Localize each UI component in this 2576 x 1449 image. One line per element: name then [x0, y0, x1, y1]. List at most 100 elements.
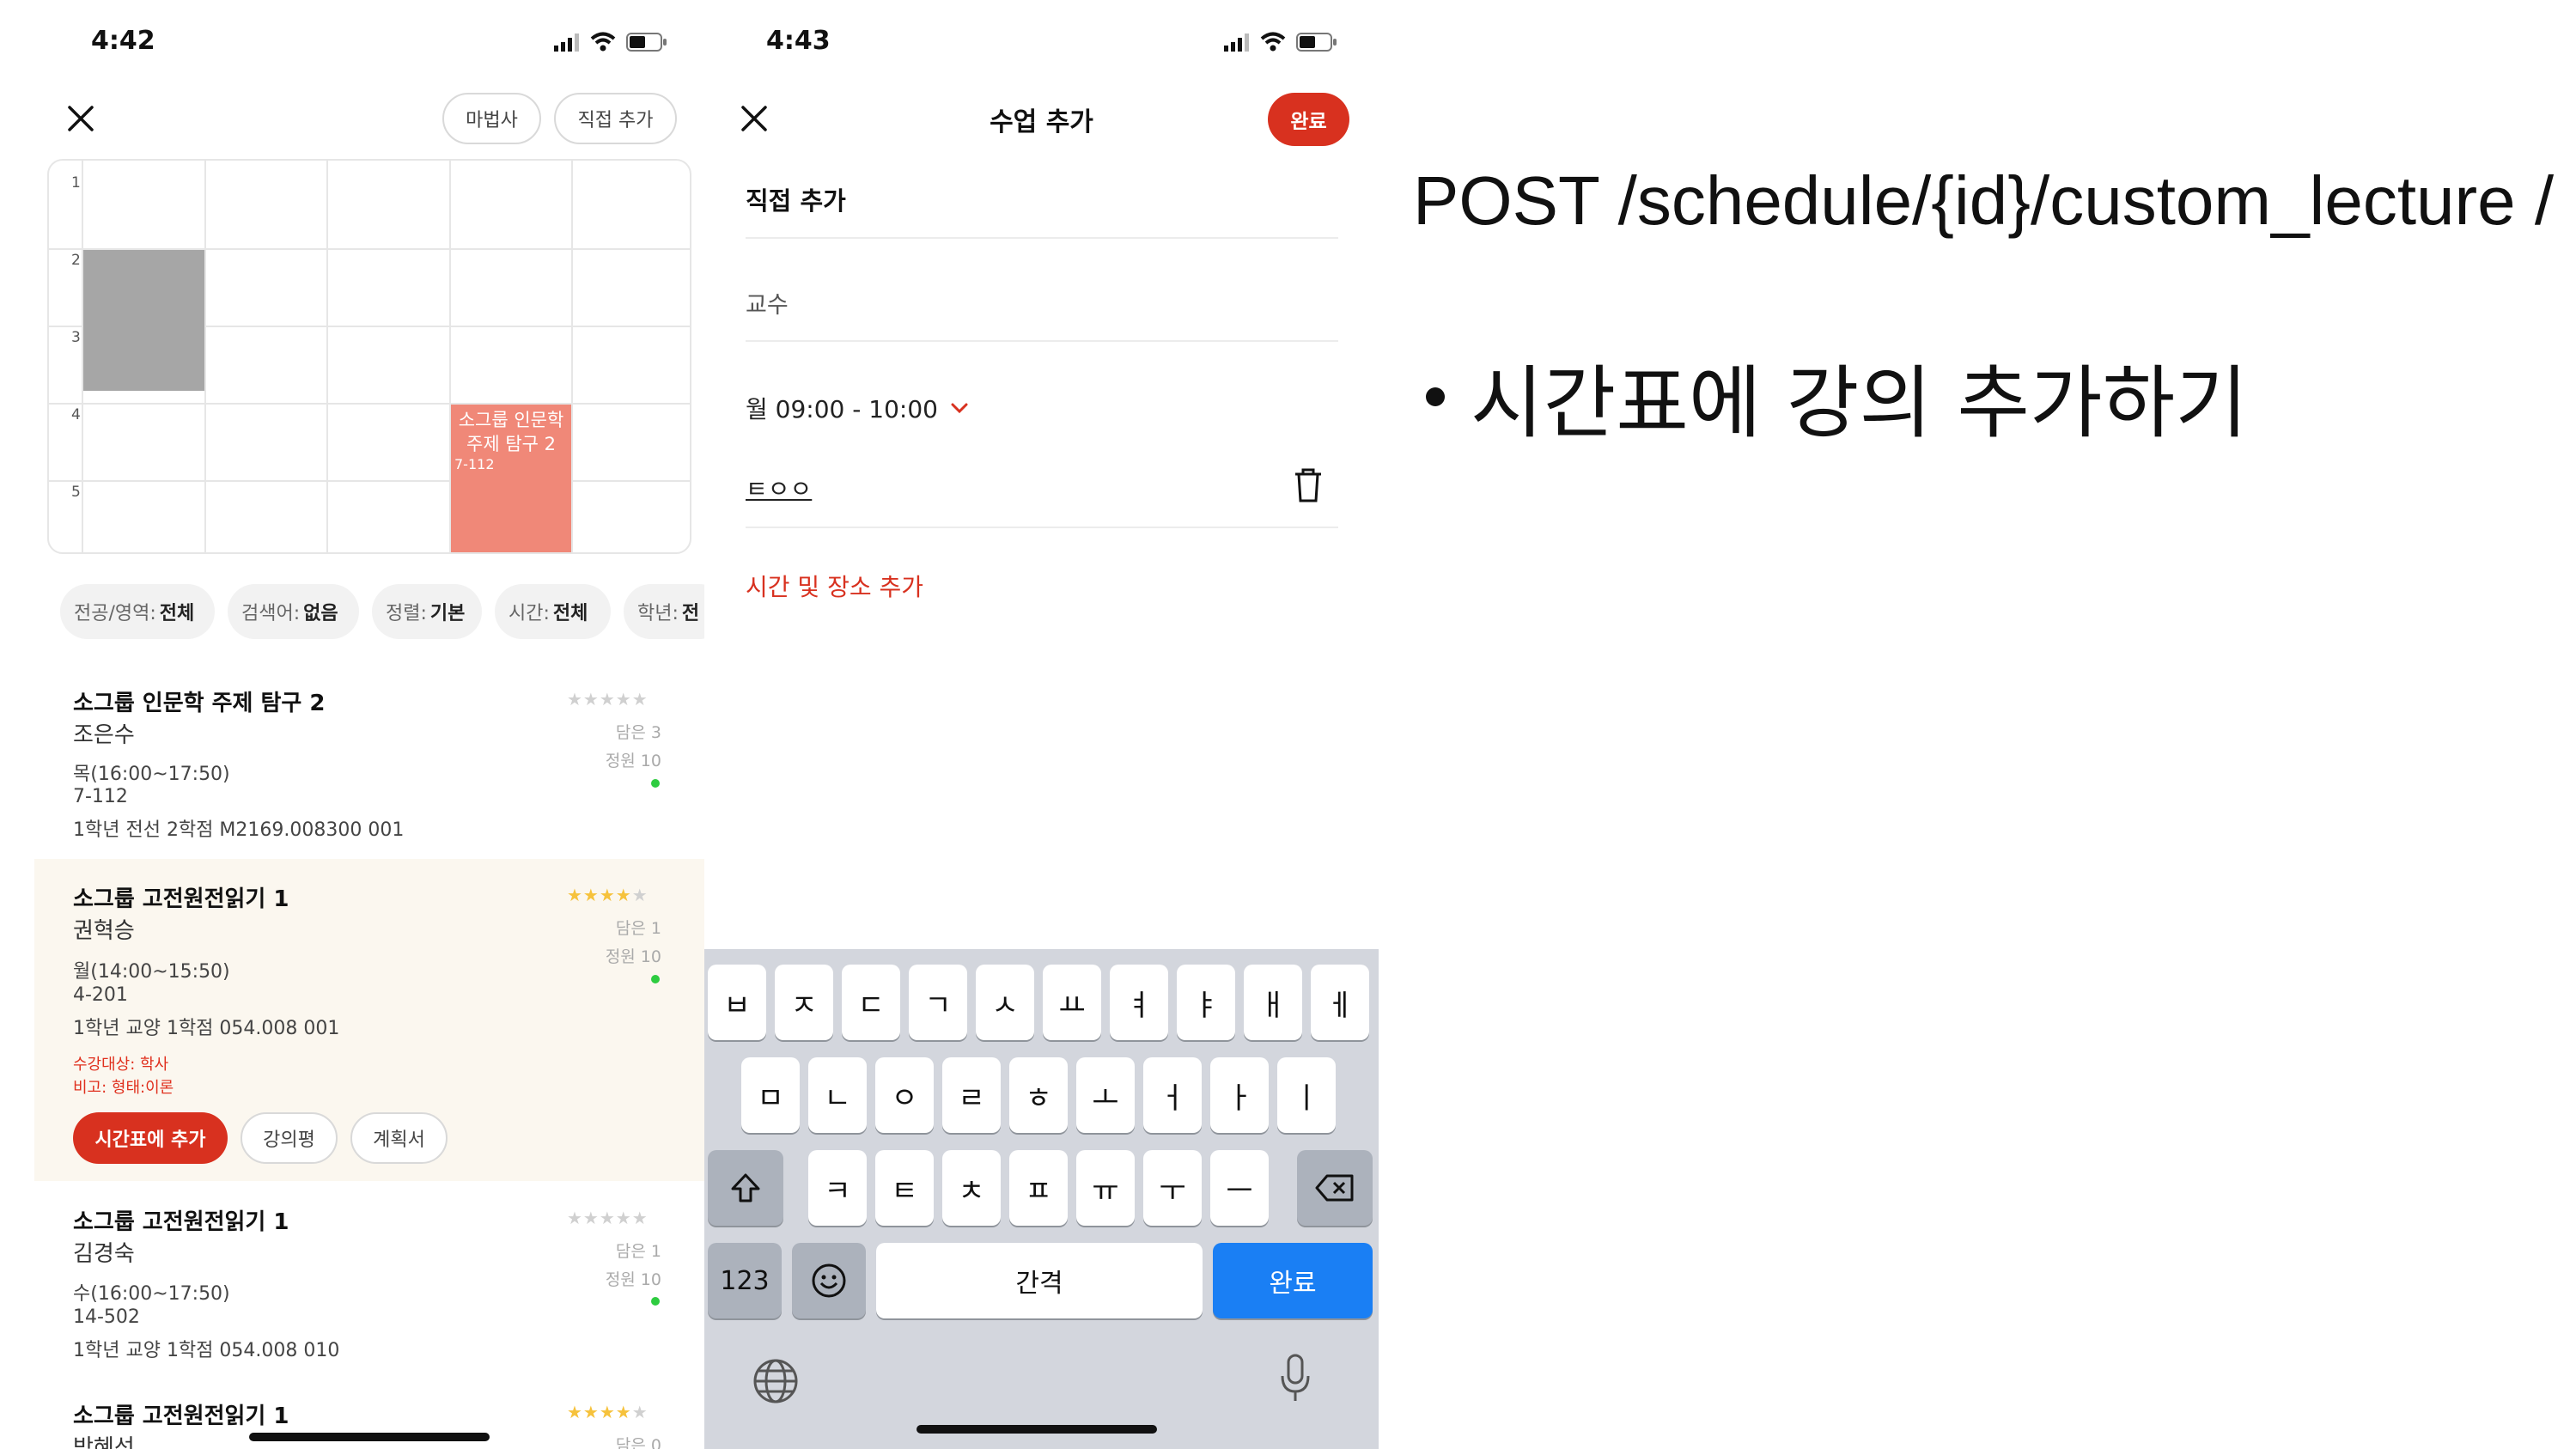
filter-keyword[interactable]: 검색어: 없음: [228, 584, 359, 639]
key[interactable]: ㅣ: [1277, 1057, 1336, 1133]
api-endpoint: POST /schedule/{id}/custom_lecture /: [1413, 162, 2555, 239]
rating-stars: ★★★★★: [567, 689, 649, 709]
filter-label: 시간:: [509, 603, 550, 624]
time-value: 월 09:00 - 10:00: [746, 395, 938, 423]
space-key[interactable]: 간격: [876, 1243, 1203, 1318]
key[interactable]: ㅑ: [1177, 965, 1235, 1040]
key[interactable]: ㅔ: [1311, 965, 1369, 1040]
bullet-item: 시간표에 강의 추가하기: [1426, 339, 2248, 454]
close-icon[interactable]: [65, 103, 96, 134]
filter-grade[interactable]: 학년: 전: [624, 584, 704, 639]
key[interactable]: ㄱ: [909, 965, 967, 1040]
rating-stars: ★★★★★: [567, 885, 649, 905]
key[interactable]: ㅎ: [1009, 1057, 1068, 1133]
key[interactable]: ㅗ: [1076, 1057, 1135, 1133]
status-icons: [1224, 31, 1337, 53]
key[interactable]: ㅋ: [808, 1150, 867, 1226]
filter-value: 전: [681, 603, 700, 624]
block-room: 7-112: [454, 456, 495, 472]
emoji-key[interactable]: [792, 1243, 866, 1318]
lecture-list-item-selected[interactable]: 소그룹 고전원전읽기 1 권혁승 월(14:00~15:50) 4-201 1학…: [34, 859, 704, 1181]
lecture-professor: 박혜선: [73, 1435, 135, 1449]
wizard-button[interactable]: 마법사: [442, 93, 541, 144]
review-button[interactable]: 강의평: [241, 1112, 338, 1164]
key[interactable]: ㅐ: [1244, 965, 1302, 1040]
key[interactable]: ㅅ: [976, 965, 1034, 1040]
row-number: 3: [71, 329, 81, 346]
key[interactable]: ㅁ: [741, 1057, 800, 1133]
key[interactable]: ㅓ: [1143, 1057, 1202, 1133]
lecture-room: 7-112: [73, 786, 128, 807]
filter-label: 학년:: [637, 603, 679, 624]
divider: [746, 237, 1338, 239]
trash-icon[interactable]: [1293, 466, 1324, 504]
globe-icon[interactable]: [752, 1357, 800, 1405]
saved-count: 담은 3: [615, 723, 661, 742]
lecture-time: 목(16:00~17:50): [73, 764, 230, 785]
key[interactable]: ㅏ: [1210, 1057, 1269, 1133]
lecture-title: 소그룹 고전원전읽기 1: [73, 1209, 289, 1235]
lecture-room: 4-201: [73, 984, 128, 1006]
home-indicator[interactable]: [917, 1425, 1157, 1434]
lecture-list-item[interactable]: 소그룹 고전원전읽기 1 김경숙 수(16:00~17:50) 14-502 1…: [34, 1185, 704, 1370]
key[interactable]: ㅊ: [942, 1150, 1001, 1226]
divider: [746, 340, 1338, 342]
lecture-time-block[interactable]: 소그룹 인문학 주제 탐구 2 7-112: [451, 405, 571, 552]
signal-icon: [554, 33, 579, 52]
key[interactable]: ㅈ: [775, 965, 833, 1040]
block-title: 소그룹 인문학 주제 탐구 2: [458, 410, 564, 454]
battery-icon: [626, 33, 667, 52]
lecture-title: 소그룹 고전원전읽기 1: [73, 886, 289, 912]
filter-time[interactable]: 시간: 전체: [495, 584, 611, 639]
capacity: 정원 10: [605, 947, 661, 966]
home-indicator[interactable]: [249, 1433, 490, 1441]
row-number: 5: [71, 484, 81, 501]
gray-time-block[interactable]: [83, 250, 204, 391]
rating-stars: ★★★★★: [567, 1402, 649, 1422]
status-dot: [651, 975, 660, 983]
return-key[interactable]: 완료: [1213, 1243, 1373, 1318]
key[interactable]: ㅡ: [1210, 1150, 1269, 1226]
lecture-target: 수강대상: 학사: [73, 1056, 169, 1074]
place-input[interactable]: ㅌㅇㅇ: [746, 471, 812, 505]
filter-value: 전체: [159, 603, 195, 624]
saved-count: 담은 1: [615, 919, 661, 938]
add-to-timetable-button[interactable]: 시간표에 추가: [73, 1112, 228, 1164]
lecture-name-input[interactable]: 직접 추가: [746, 181, 1338, 233]
backspace-key[interactable]: [1297, 1150, 1373, 1226]
time-selector[interactable]: 월 09:00 - 10:00: [746, 391, 969, 425]
lecture-info: 1학년 교양 1학점 054.008 010: [73, 1340, 340, 1361]
key[interactable]: ㄹ: [942, 1057, 1001, 1133]
key[interactable]: ㅇ: [875, 1057, 934, 1133]
status-dot: [651, 779, 660, 788]
done-button[interactable]: 완료: [1268, 93, 1349, 146]
filter-sort[interactable]: 정렬: 기본: [372, 584, 482, 639]
numbers-key[interactable]: 123: [708, 1243, 782, 1318]
status-icons: [554, 31, 667, 53]
rating-stars: ★★★★★: [567, 1208, 649, 1228]
key[interactable]: ㄷ: [842, 965, 900, 1040]
professor-input[interactable]: 교수: [746, 286, 1338, 338]
syllabus-button[interactable]: 계획서: [350, 1112, 448, 1164]
key[interactable]: ㅠ: [1076, 1150, 1135, 1226]
key[interactable]: ㅂ: [708, 965, 766, 1040]
key[interactable]: ㅍ: [1009, 1150, 1068, 1226]
lecture-note: 비고: 형태:이론: [73, 1079, 174, 1097]
lecture-list-item[interactable]: 소그룹 인문학 주제 탐구 2 조은수 목(16:00~17:50) 7-112…: [34, 670, 704, 855]
microphone-icon[interactable]: [1278, 1353, 1312, 1404]
key[interactable]: ㅜ: [1143, 1150, 1202, 1226]
key[interactable]: ㅛ: [1043, 965, 1101, 1040]
key[interactable]: ㄴ: [808, 1057, 867, 1133]
shift-key[interactable]: [708, 1150, 783, 1226]
lecture-info: 1학년 교양 1학점 054.008 001: [73, 1018, 340, 1039]
add-time-place-button[interactable]: 시간 및 장소 추가: [746, 569, 923, 603]
capacity: 정원 10: [605, 1270, 661, 1289]
key[interactable]: ㅌ: [875, 1150, 934, 1226]
filter-major[interactable]: 전공/영역: 전체: [60, 584, 215, 639]
capacity: 정원 10: [605, 752, 661, 770]
lecture-title: 소그룹 인문학 주제 탐구 2: [73, 691, 326, 716]
bullet-text: 시간표에 강의 추가하기: [1471, 357, 2248, 449]
direct-add-button[interactable]: 직접 추가: [554, 93, 677, 144]
key[interactable]: ㅕ: [1110, 965, 1168, 1040]
timetable-grid: 1 2 3 4 5 소그룹 인문학 주제 탐구 2 7-112: [47, 159, 691, 554]
